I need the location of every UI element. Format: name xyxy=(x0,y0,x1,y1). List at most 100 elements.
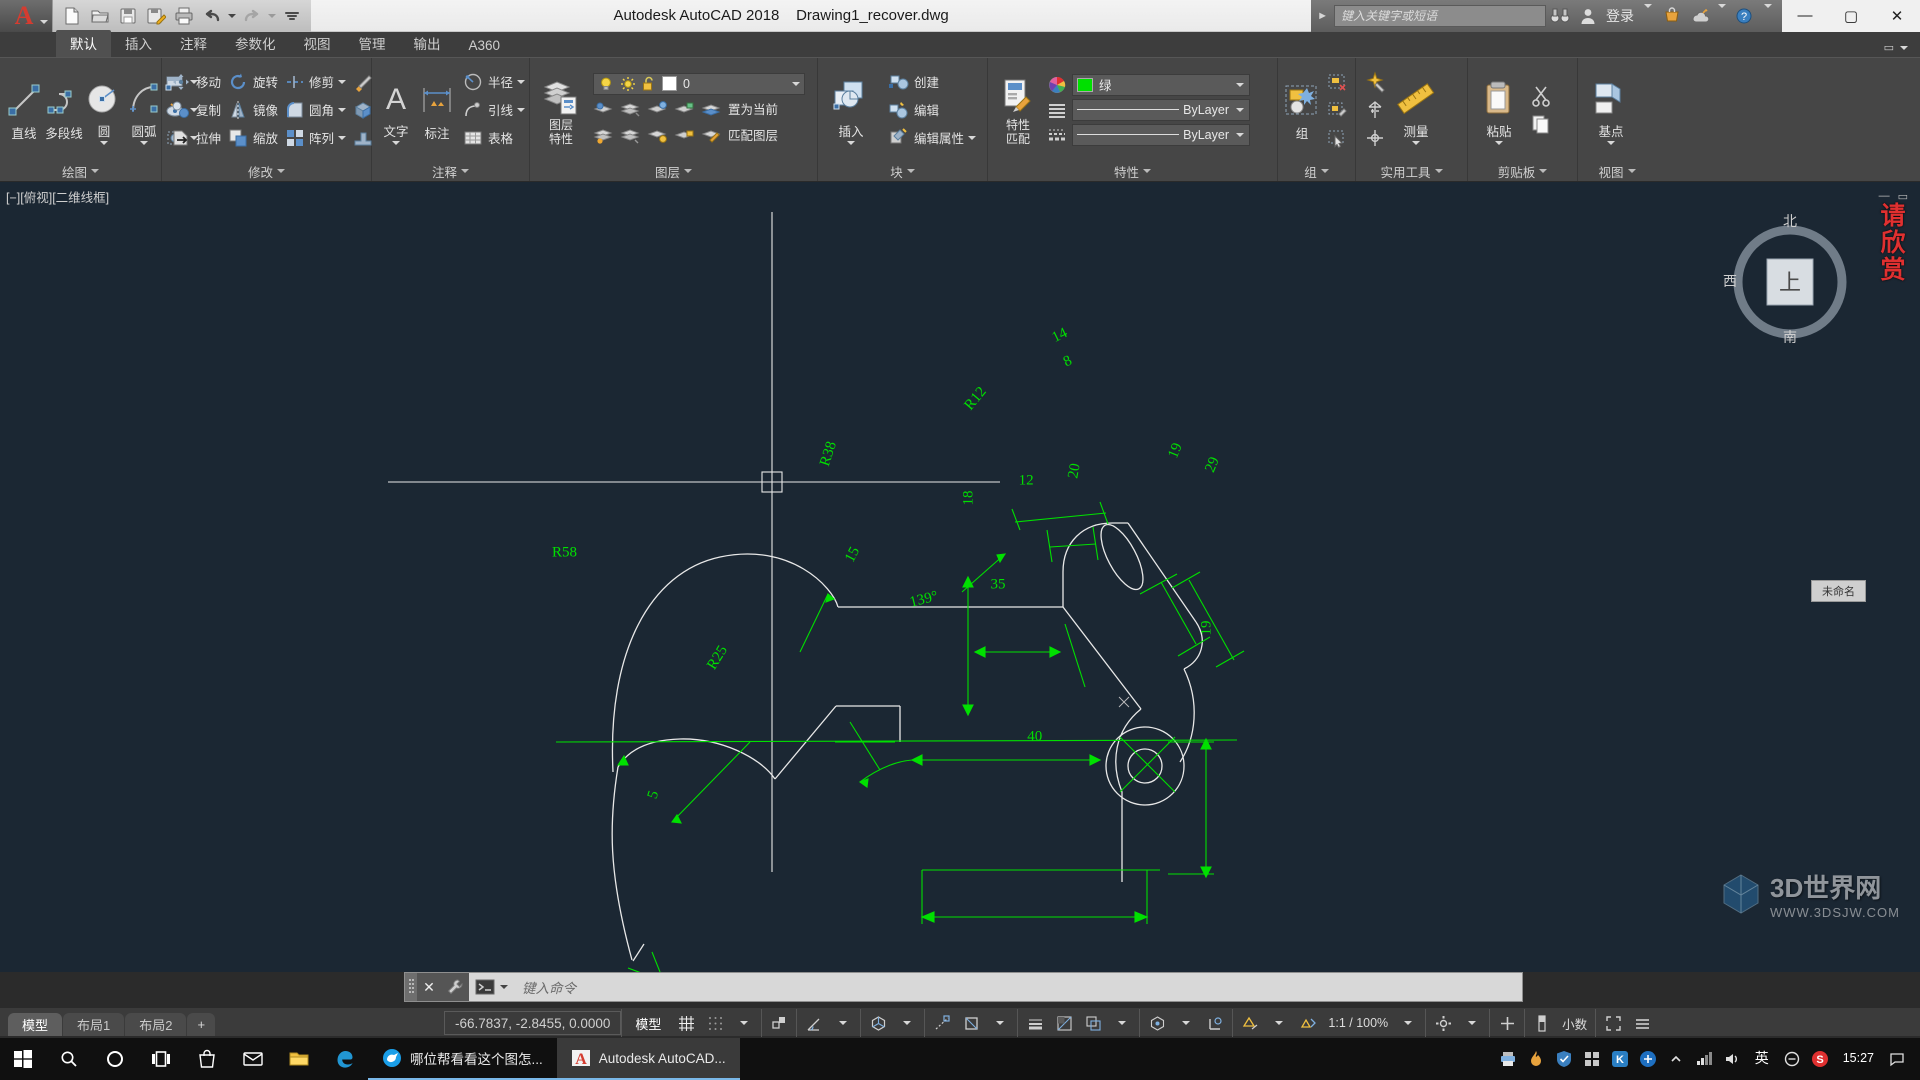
lineweight-combo[interactable]: ByLayer xyxy=(1072,123,1250,146)
store-bag-icon[interactable] xyxy=(184,1038,230,1080)
linetype-combo[interactable]: ByLayer xyxy=(1072,98,1250,121)
modify-trim-button[interactable]: 修剪 xyxy=(281,68,349,95)
open-folder-icon[interactable] xyxy=(87,3,113,29)
undo-dropdown-caret[interactable] xyxy=(227,3,237,29)
ime-mode-icon[interactable] xyxy=(1779,1038,1805,1080)
draw-circle-dropdown-icon[interactable] xyxy=(100,140,108,145)
layer-turn-on-icon[interactable] xyxy=(647,125,669,145)
gear-icon[interactable] xyxy=(1431,1010,1455,1036)
cycling-dropdown-icon[interactable] xyxy=(1110,1010,1134,1036)
ribbon-tab-default[interactable]: 默认 xyxy=(56,30,111,57)
save-as-icon[interactable] xyxy=(143,3,169,29)
measure-button[interactable]: 测量 xyxy=(1391,75,1441,145)
group-button[interactable]: 组 xyxy=(1283,77,1321,142)
block-edit-attribute-button[interactable]: 编辑属性 xyxy=(885,124,979,151)
ungroup-button[interactable] xyxy=(1323,68,1351,95)
object-color-dropdown-icon[interactable] xyxy=(1236,82,1244,87)
scale-dropdown-icon[interactable] xyxy=(1396,1010,1420,1036)
fillet-dropdown-icon[interactable] xyxy=(338,107,347,112)
folder-icon[interactable] xyxy=(276,1038,322,1080)
annotation-table-button[interactable]: 表格 xyxy=(459,124,528,151)
annotation-scale-value[interactable]: 1:1 / 100% xyxy=(1325,1010,1391,1036)
modify-array-button[interactable]: 阵列 xyxy=(281,124,349,151)
status-model-label[interactable]: 模型 xyxy=(627,1014,669,1033)
infocenter-expand-icon[interactable]: ► xyxy=(1311,10,1334,22)
fullscreen-icon[interactable] xyxy=(1601,1010,1625,1036)
isolate-icon[interactable] xyxy=(1530,1010,1554,1036)
measure-dropdown-icon[interactable] xyxy=(1412,140,1420,145)
mail-envelope-icon[interactable] xyxy=(230,1038,276,1080)
object-color-combo[interactable]: 绿 xyxy=(1072,73,1250,96)
edge-e-icon[interactable] xyxy=(322,1038,368,1080)
base-view-button[interactable]: 基点 xyxy=(1583,75,1639,145)
blue-circle-icon[interactable] xyxy=(1635,1038,1661,1080)
quick-select-button[interactable] xyxy=(1361,68,1389,95)
osnap-icon[interactable] xyxy=(959,1010,983,1036)
qat-more-icon[interactable] xyxy=(279,3,305,29)
modify-copy-button[interactable]: 复制 xyxy=(167,96,224,123)
login-dropdown-caret[interactable] xyxy=(1638,4,1658,23)
annot-visible-icon[interactable] xyxy=(1238,1010,1262,1036)
help-question-icon[interactable]: ? xyxy=(1730,2,1758,30)
base-view-dropdown-icon[interactable] xyxy=(1607,140,1615,145)
draw-circle-button[interactable]: 圆 xyxy=(85,75,123,145)
task-view-icon[interactable] xyxy=(138,1038,184,1080)
connected-dropdown-caret[interactable] xyxy=(1714,4,1730,23)
viewport-label[interactable]: [−][俯视][二维线框] xyxy=(6,187,109,206)
ortho-icon[interactable] xyxy=(767,1010,791,1036)
block-create-button[interactable]: 创建 xyxy=(885,68,979,95)
block-insert-button[interactable]: 插入 xyxy=(823,75,879,145)
color-wheel-icon[interactable] xyxy=(1047,75,1067,95)
coordinate-display[interactable]: -66.7837, -2.8455, 0.0000 xyxy=(444,1011,622,1035)
layer-off-icon[interactable] xyxy=(647,99,669,119)
workspace-dropdown-icon[interactable] xyxy=(1460,1010,1484,1036)
annotation-dimension-button[interactable]: 标注 xyxy=(417,77,457,142)
lightbulb-icon[interactable] xyxy=(598,76,614,92)
isoplane-dropdown-icon[interactable] xyxy=(895,1010,919,1036)
search-icon[interactable] xyxy=(46,1038,92,1080)
current-layer-combo[interactable]: 0 xyxy=(593,72,805,95)
redo-arrow-icon[interactable] xyxy=(239,3,265,29)
autoscale-icon[interactable] xyxy=(1296,1010,1320,1036)
command-input[interactable]: 键入命令 xyxy=(514,977,1522,997)
redo-dropdown-caret[interactable] xyxy=(267,3,277,29)
ucs-icon[interactable] xyxy=(1203,1010,1227,1036)
view-cube[interactable]: 上 北 西 南 xyxy=(1723,210,1858,345)
autodesk-app-store-icon[interactable] xyxy=(1658,2,1686,30)
minimize-button[interactable]: — xyxy=(1782,0,1828,32)
ribbon-tab-annotate[interactable]: 注释 xyxy=(166,30,221,57)
stay-connected-icon[interactable] xyxy=(1686,2,1714,30)
shield-icon[interactable] xyxy=(1551,1038,1577,1080)
paste-dropdown-icon[interactable] xyxy=(1495,140,1503,145)
cortana-circle-icon[interactable] xyxy=(92,1038,138,1080)
ribbon-tab-manage[interactable]: 管理 xyxy=(345,30,400,57)
leader-dropdown-icon[interactable] xyxy=(517,107,526,112)
3dsnap-icon[interactable] xyxy=(1145,1010,1169,1036)
taskbar-clock[interactable]: 15:27 xyxy=(1835,1051,1882,1067)
layer-unisolate-icon[interactable] xyxy=(593,125,615,145)
quick-calc-button[interactable] xyxy=(1361,96,1389,123)
taskbar-task-browser[interactable]: 哪位帮看看这个图怎... xyxy=(368,1038,557,1080)
hamburger-icon[interactable] xyxy=(1630,1010,1654,1036)
chevron-up-icon[interactable] xyxy=(1663,1038,1689,1080)
copy-clipboard-button[interactable] xyxy=(1527,110,1555,137)
lineweight-dropdown-icon[interactable] xyxy=(1236,132,1244,137)
flame-icon[interactable] xyxy=(1523,1038,1549,1080)
3dsnap-dropdown-icon[interactable] xyxy=(1174,1010,1198,1036)
snap-dots-icon[interactable] xyxy=(703,1010,727,1036)
annot-dropdown-icon[interactable] xyxy=(1267,1010,1291,1036)
command-line-close-icon[interactable]: ✕ xyxy=(417,973,441,1001)
block-edit-button[interactable]: 编辑 xyxy=(885,96,979,123)
layer-freeze-icon[interactable] xyxy=(620,99,642,119)
current-layer-dropdown-icon[interactable] xyxy=(792,81,800,86)
network-icon[interactable] xyxy=(1691,1038,1717,1080)
save-disk-icon[interactable] xyxy=(115,3,141,29)
match-layer-label[interactable]: 匹配图层 xyxy=(728,125,778,144)
ribbon-tab-insert[interactable]: 插入 xyxy=(111,30,166,57)
ribbon-minimize-icon[interactable]: ▭ xyxy=(1884,41,1894,54)
draw-arc-button[interactable]: 圆弧 xyxy=(125,75,163,145)
close-button[interactable]: ✕ xyxy=(1874,0,1920,32)
action-center-icon[interactable] xyxy=(1884,1038,1910,1080)
lineweight-status-icon[interactable] xyxy=(1023,1010,1047,1036)
search-binoculars-icon[interactable] xyxy=(1546,2,1574,30)
